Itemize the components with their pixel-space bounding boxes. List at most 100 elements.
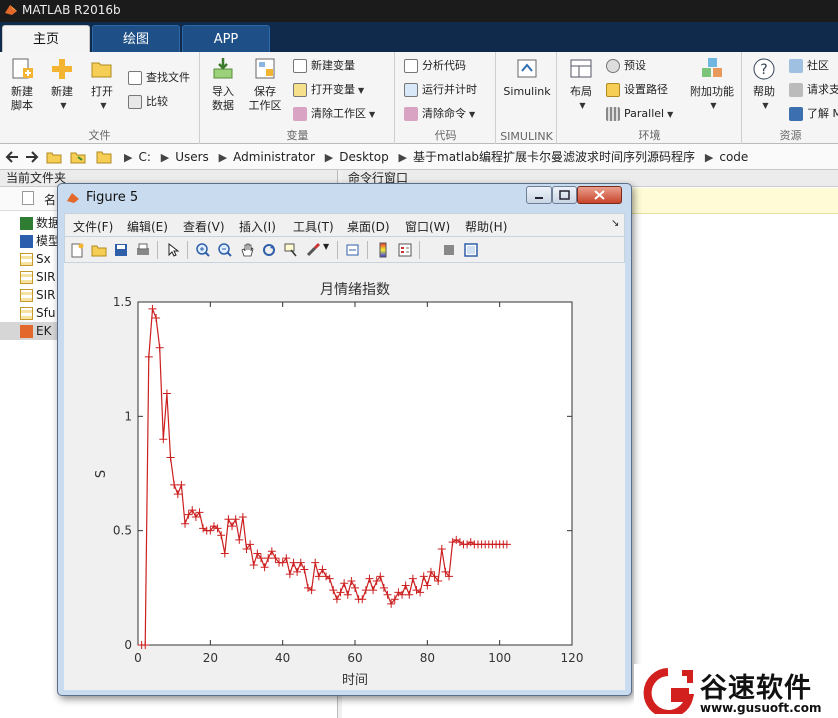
open-button[interactable]: 打开 ▼ — [84, 56, 120, 113]
watermark-url: www.gusuoft.com — [700, 701, 822, 715]
analyze-code-button[interactable]: 分析代码 — [404, 56, 466, 76]
layout-button[interactable]: 布局 ▼ — [564, 56, 598, 113]
tab-apps[interactable]: APP — [182, 25, 270, 52]
file-name: EK — [36, 324, 52, 338]
new-button[interactable]: 新建 ▼ — [44, 56, 80, 113]
set-path-label: 设置路径 — [624, 83, 668, 96]
x-tick-label: 0 — [134, 651, 142, 665]
maximize-button[interactable] — [552, 186, 577, 204]
file-group-label: 文件 — [88, 129, 111, 142]
new-label: 新建 — [51, 85, 73, 98]
save-icon[interactable] — [113, 242, 129, 258]
addons-button[interactable]: 附加功能 ▼ — [684, 56, 740, 113]
breadcrumb-separator: ▶ — [398, 151, 407, 164]
tab-home[interactable]: 主页 — [2, 25, 90, 52]
menu-view[interactable]: 查看(V) — [183, 218, 225, 235]
simulink-group-label: SIMULINK — [500, 130, 553, 143]
up-folder-icon[interactable] — [46, 149, 62, 165]
name-column-header[interactable]: 名 — [44, 191, 56, 208]
show-plot-tools-icon[interactable] — [463, 242, 479, 258]
new-figure-icon[interactable] — [69, 242, 85, 258]
help-label: 帮助 — [753, 85, 775, 98]
open-file-icon[interactable] — [91, 242, 107, 258]
clear-commands-button[interactable]: 清除命令 ▼ — [404, 104, 475, 124]
compare-button[interactable]: 比较 — [128, 92, 168, 112]
clear-workspace-button[interactable]: 清除工作区 ▼ — [293, 104, 375, 124]
simulink-group: Simulink SIMULINK — [497, 52, 557, 144]
menubar-dock-arrow-icon[interactable]: ↘ — [611, 218, 619, 229]
breadcrumb-segment[interactable]: Administrator — [233, 150, 315, 164]
mat-file-icon — [20, 289, 33, 302]
menu-tools[interactable]: 工具(T) — [293, 218, 334, 235]
colorbar-icon[interactable] — [375, 242, 391, 258]
legend-icon[interactable] — [397, 242, 413, 258]
data-cursor-icon[interactable] — [283, 242, 299, 258]
menu-edit[interactable]: 编辑(E) — [127, 218, 168, 235]
m-file-icon — [20, 325, 33, 338]
zoom-in-icon[interactable] — [195, 242, 211, 258]
toolbar-divider — [419, 241, 420, 259]
forward-arrow-icon[interactable] — [24, 149, 40, 165]
breadcrumb-separator: ▶ — [218, 151, 228, 164]
new-variable-button[interactable]: 新建变量 — [293, 56, 355, 76]
open-variable-button[interactable]: 打开变量 ▼ — [293, 80, 364, 100]
breadcrumb-segment[interactable]: Desktop — [339, 150, 389, 164]
request-support-button[interactable]: 请求支 — [789, 80, 838, 100]
tab-plots[interactable]: 绘图 — [92, 25, 180, 52]
new-variable-icon — [293, 59, 307, 73]
matlab-logo-icon — [5, 5, 17, 15]
browse-folder-icon[interactable] — [70, 149, 86, 165]
parallel-button[interactable]: Parallel ▼ — [606, 104, 673, 124]
pan-hand-icon[interactable] — [239, 242, 255, 258]
community-button[interactable]: 社区 — [789, 56, 829, 76]
help-button[interactable]: ? 帮助 ▼ — [747, 56, 781, 113]
x-tick-label: 60 — [347, 651, 362, 665]
select-arrow-icon[interactable] — [165, 242, 181, 258]
close-button[interactable] — [577, 186, 622, 204]
file-name: SIR — [36, 270, 56, 284]
figure-titlebar[interactable]: Figure 5 — [58, 184, 631, 212]
rotate-3d-icon[interactable] — [261, 242, 277, 258]
set-path-button[interactable]: 设置路径 — [606, 80, 668, 100]
menu-help[interactable]: 帮助(H) — [465, 218, 507, 235]
find-files-icon — [128, 71, 142, 85]
minimize-button[interactable] — [526, 186, 552, 204]
breadcrumb-separator: ▶ — [704, 151, 714, 164]
hide-plot-tools-icon[interactable] — [441, 242, 457, 258]
mat-file-icon — [20, 253, 33, 266]
new-variable-label: 新建变量 — [311, 59, 355, 72]
new-script-button[interactable]: 新建 脚本 — [4, 56, 40, 113]
simulink-icon — [517, 59, 537, 78]
run-and-time-button[interactable]: 运行并计时 — [404, 80, 477, 100]
back-arrow-icon[interactable] — [4, 149, 20, 165]
menu-desktop[interactable]: 桌面(D) — [347, 218, 390, 235]
save-workspace-button[interactable]: 保存 工作区 — [245, 56, 285, 113]
code-group-label: 代码 — [434, 129, 457, 142]
link-plot-icon[interactable] — [345, 242, 361, 258]
line-plot[interactable]: 月情绪指数 时间 S 0 20 40 60 80 100 120 0 0.5 1 1.5 — [64, 263, 625, 690]
breadcrumb-segment[interactable]: C: — [138, 150, 150, 164]
close-icon — [594, 190, 605, 200]
import-data-button[interactable]: 导入 数据 — [205, 56, 241, 113]
print-icon[interactable] — [135, 242, 151, 258]
brush-dropdown-icon[interactable]: ▼ — [323, 242, 329, 251]
menu-window[interactable]: 窗口(W) — [405, 218, 450, 235]
y-tick-label: 1 — [124, 409, 132, 423]
simulink-button[interactable]: Simulink — [501, 56, 553, 99]
breadcrumb-segment[interactable]: Users — [175, 150, 209, 164]
learn-matlab-button[interactable]: 了解 M — [789, 104, 838, 124]
figure-window[interactable]: Figure 5 文件(F) 编辑(E) 查看(V) 插入(I) 工具(T) 桌… — [57, 183, 632, 696]
zoom-out-icon[interactable] — [217, 242, 233, 258]
x-tick-label: 100 — [488, 651, 511, 665]
request-support-label: 请求支 — [807, 83, 838, 96]
brush-icon[interactable] — [305, 242, 321, 258]
open-label: 打开 — [91, 85, 113, 98]
preferences-button[interactable]: 预设 — [606, 56, 646, 76]
menu-file[interactable]: 文件(F) — [73, 218, 113, 235]
excel-file-icon — [20, 217, 33, 230]
breadcrumb-segment[interactable]: 基于matlab编程扩展卡尔曼滤波求时间序列源码程序 — [413, 150, 695, 164]
find-files-button[interactable]: 查找文件 — [128, 68, 190, 88]
watermark-brand: 谷速软件 — [700, 673, 812, 704]
breadcrumb-segment[interactable]: code — [719, 150, 748, 164]
menu-insert[interactable]: 插入(I) — [239, 218, 276, 235]
